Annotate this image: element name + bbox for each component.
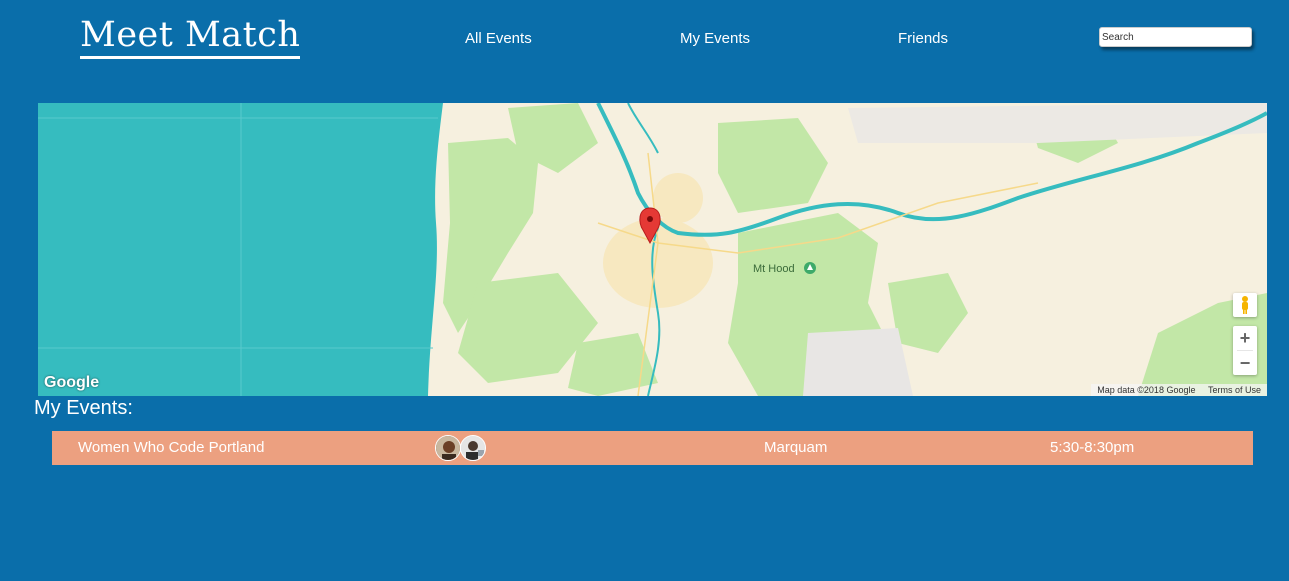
- map-place-label: Mt Hood: [753, 263, 795, 275]
- event-name[interactable]: Women Who Code Portland: [78, 439, 264, 456]
- map-data-credit: Map data ©2018 Google: [1097, 385, 1196, 395]
- zoom-in-button[interactable]: +: [1233, 326, 1257, 350]
- google-logo: Google: [44, 374, 100, 391]
- zoom-out-button[interactable]: −: [1233, 351, 1257, 375]
- search-input[interactable]: [1099, 27, 1252, 47]
- avatar[interactable]: [435, 435, 461, 461]
- nav-all-events[interactable]: All Events: [465, 30, 532, 47]
- avatar[interactable]: [460, 435, 486, 461]
- app-logo[interactable]: Meet Match: [80, 14, 301, 59]
- map-view[interactable]: Mt Hood Google Map data ©2018 Google Ter…: [38, 103, 1267, 396]
- event-location: Marquam: [764, 439, 828, 456]
- event-row[interactable]: Women Who Code Portland Marquam 5:30-8:3…: [52, 431, 1253, 465]
- nav-friends[interactable]: Friends: [898, 30, 948, 47]
- nav-my-events[interactable]: My Events: [680, 30, 750, 47]
- my-events-heading: My Events:: [34, 397, 133, 419]
- street-view-pegman-icon[interactable]: [1233, 293, 1257, 317]
- map-tiles: [38, 103, 1267, 396]
- terms-of-use-link[interactable]: Terms of Use: [1208, 385, 1261, 395]
- event-time: 5:30-8:30pm: [1050, 439, 1135, 456]
- zoom-controls: + −: [1233, 326, 1257, 375]
- map-attribution: Map data ©2018 Google Terms of Use: [1091, 384, 1267, 396]
